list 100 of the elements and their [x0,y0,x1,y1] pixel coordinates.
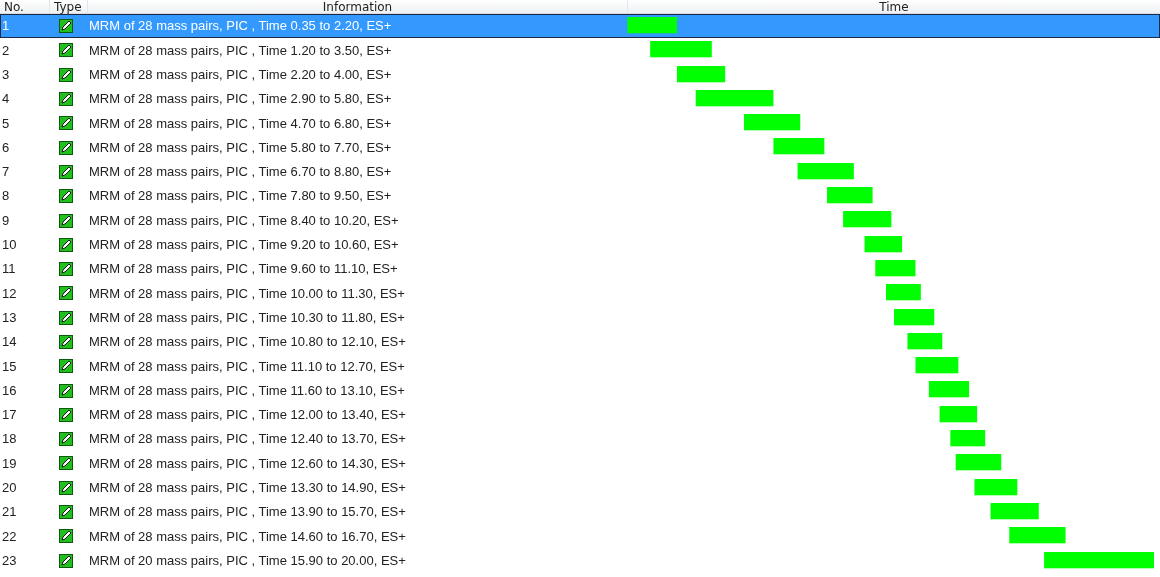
row-number: 2 [2,42,10,58]
time-bar [915,357,959,374]
function-info: MRM of 28 mass pairs, PIC , Time 5.80 to 7.70, ES+ [89,139,392,155]
table-row[interactable]: 7 MRM of 28 mass pairs, PIC , Time 6.70 to 8.80, ES+ [0,159,1160,185]
row-number: 21 [2,504,17,520]
time-bar [773,138,825,155]
table-row[interactable]: 22 MRM of 28 mass pairs, PIC , Time 14.60 to 16.70, ES+ [0,524,1160,549]
function-info: MRM of 28 mass pairs, PIC , Time 9.60 to 11.10, ES+ [89,261,398,277]
time-bar [1009,527,1066,544]
edit-icon [59,335,73,349]
function-info: MRM of 28 mass pairs, PIC , Time 10.00 to 11.30, ES+ [89,285,405,301]
edit-icon [59,286,73,301]
table-row[interactable]: 2 MRM of 28 mass pairs, PIC , Time 1.20 to 3.50, ES+ [0,38,1160,63]
time-bar [797,162,854,180]
edit-icon [59,359,73,374]
time-bar [886,284,921,301]
function-info: MRM of 28 mass pairs, PIC , Time 12.40 to 13.70, ES+ [89,431,406,447]
row-number: 17 [2,407,17,423]
table-row[interactable]: 21 MRM of 28 mass pairs, PIC , Time 13.90 to 15.70, ES+ [0,499,1160,525]
function-info: MRM of 28 mass pairs, PIC , Time 11.10 to 12.70, ES+ [89,358,405,374]
row-number: 15 [2,358,17,374]
row-number: 6 [2,139,10,155]
table-row[interactable]: 11 MRM of 28 mass pairs, PIC , Time 9.60 to 11.10, ES+ [0,256,1160,282]
function-info: MRM of 28 mass pairs, PIC , Time 1.20 to 3.50, ES+ [89,42,392,58]
function-info: MRM of 28 mass pairs, PIC , Time 14.60 to 16.70, ES+ [89,528,406,544]
row-number: 10 [2,237,17,253]
column-header[interactable]: Time [879,0,909,13]
edit-icon [59,310,73,325]
function-info: MRM of 28 mass pairs, PIC , Time 8.40 to 10.20, ES+ [89,212,399,228]
function-info: MRM of 28 mass pairs, PIC , Time 0.35 to 2.20, ES+ [89,18,392,34]
row-number: 4 [2,91,10,107]
edit-icon [59,505,73,520]
edit-icon [59,43,73,58]
row-number: 7 [2,164,10,180]
time-bar [894,308,935,325]
edit-icon [59,213,73,228]
edit-icon [59,407,73,422]
table-row[interactable]: 17 MRM of 28 mass pairs, PIC , Time 12.00 to 13.40, ES+ [0,402,1160,428]
table-row[interactable]: 20 MRM of 28 mass pairs, PIC , Time 13.30 to 14.90, ES+ [0,475,1160,500]
function-info: MRM of 28 mass pairs, PIC , Time 9.20 to 10.60, ES+ [89,237,399,253]
edit-icon [59,140,73,155]
edit-icon [59,92,73,107]
row-number: 14 [2,334,17,350]
row-number: 22 [2,528,17,544]
time-bar [676,65,726,82]
function-info: MRM of 28 mass pairs, PIC , Time 2.20 to 4.00, ES+ [89,67,392,82]
function-info: MRM of 28 mass pairs, PIC , Time 6.70 to 8.80, ES+ [89,164,392,180]
time-bar [950,430,986,447]
edit-icon [59,553,73,568]
edit-icon [59,480,73,495]
table-row[interactable]: 4 MRM of 28 mass pairs, PIC , Time 2.90 to 5.80, ES+ [0,86,1160,112]
function-info: MRM of 28 mass pairs, PIC , Time 13.90 to 15.70, ES+ [89,504,406,520]
time-bar [907,332,943,350]
table-row[interactable]: 23 MRM of 20 mass pairs, PIC , Time 15.90 to 20.00, ES+ [0,548,1160,573]
time-bar [864,235,903,252]
edit-icon [59,237,73,252]
edit-icon [59,383,73,398]
table-row[interactable]: 9 MRM of 28 mass pairs, PIC , Time 8.40 to 10.20, ES+ [0,208,1160,233]
time-bar [627,17,677,34]
table-row[interactable]: 18 MRM of 28 mass pairs, PIC , Time 12.40 to 13.70, ES+ [0,427,1160,452]
table-row[interactable]: 8 MRM of 28 mass pairs, PIC , Time 7.80 to 9.50, ES+ [0,184,1160,209]
column-header[interactable]: No. [4,0,24,14]
time-bar [990,502,1039,520]
table-row[interactable]: 19 MRM of 28 mass pairs, PIC , Time 12.60 to 14.30, ES+ [0,451,1160,476]
column-header[interactable]: Type [54,0,82,14]
table-row[interactable]: 13 MRM of 28 mass pairs, PIC , Time 10.30 to 11.80, ES+ [0,305,1160,330]
edit-icon [59,432,73,447]
time-bar [955,454,1002,471]
function-info: MRM of 28 mass pairs, PIC , Time 10.30 to 11.80, ES+ [89,309,405,325]
table-row[interactable]: 3 MRM of 28 mass pairs, PIC , Time 2.20 to 4.00, ES+ [0,62,1160,87]
function-info: MRM of 28 mass pairs, PIC , Time 10.80 to 12.10, ES+ [89,334,406,350]
row-number: 1 [2,18,10,34]
column-header[interactable]: Information [322,0,393,13]
table-row[interactable]: 16 MRM of 28 mass pairs, PIC , Time 11.60 to 13.10, ES+ [0,378,1160,403]
time-bar [939,405,978,423]
time-bar [928,381,970,398]
time-bar [743,114,801,131]
table-row[interactable]: 12 MRM of 28 mass pairs, PIC , Time 10.00 to 11.30, ES+ [0,281,1160,306]
row-number: 13 [2,309,17,325]
table-row[interactable]: 10 MRM of 28 mass pairs, PIC , Time 9.20 to 10.60, ES+ [0,232,1160,257]
edit-icon [59,262,73,277]
function-info: MRM of 28 mass pairs, PIC , Time 7.80 to 9.50, ES+ [89,188,392,204]
row-number: 5 [2,115,10,131]
function-info: MRM of 28 mass pairs, PIC , Time 4.70 to 6.80, ES+ [89,115,392,131]
row-number: 20 [2,480,17,496]
table-row[interactable]: 5 MRM of 28 mass pairs, PIC , Time 4.70 to 6.80, ES+ [0,111,1160,136]
row-number: 11 [2,261,16,277]
function-info: MRM of 28 mass pairs, PIC , Time 2.90 to 5.80, ES+ [89,91,392,107]
time-bar [974,478,1018,495]
edit-icon [59,189,73,204]
function-info: MRM of 28 mass pairs, PIC , Time 12.00 to 13.40, ES+ [89,407,406,423]
time-bar [843,211,892,228]
row-number: 12 [2,285,17,301]
edit-icon [59,164,73,179]
table-row[interactable]: 14 MRM of 28 mass pairs, PIC , Time 10.80 to 12.10, ES+ [0,329,1160,355]
table-row[interactable]: 6 MRM of 28 mass pairs, PIC , Time 5.80 to 7.70, ES+ [0,135,1160,160]
edit-icon [59,67,73,82]
table-row[interactable]: 15 MRM of 28 mass pairs, PIC , Time 11.10 to 12.70, ES+ [0,354,1160,379]
edit-icon [59,456,73,471]
function-info: MRM of 28 mass pairs, PIC , Time 12.60 to 14.30, ES+ [89,455,406,471]
